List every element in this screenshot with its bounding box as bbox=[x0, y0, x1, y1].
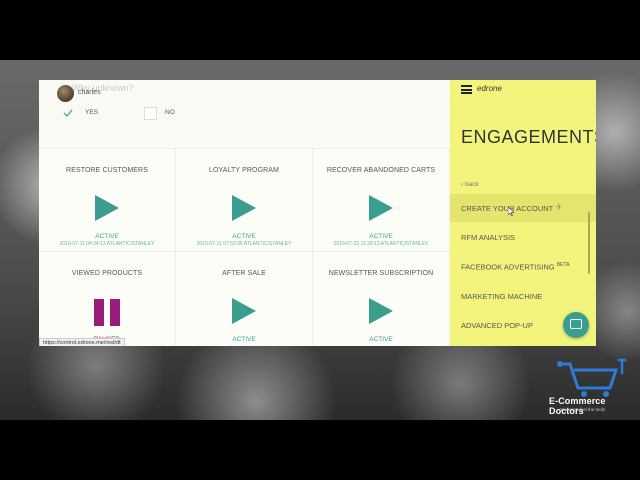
status-label: ACTIVE bbox=[369, 336, 393, 343]
status-label: ACTIVE bbox=[232, 233, 256, 240]
status-bar-url: https://control.edrone.me/rest/dt bbox=[39, 338, 125, 346]
tile-title: RECOVER ABANDONED CARTS bbox=[326, 167, 436, 174]
no-checkbox[interactable] bbox=[144, 107, 157, 120]
status-date: 2019-07-11 04:34:13 ATLANTIC/STANLEY bbox=[59, 241, 155, 247]
tile-title: AFTER SALE bbox=[222, 270, 266, 277]
sidebar-scrollbar[interactable] bbox=[588, 212, 590, 274]
beta-badge: BETA bbox=[556, 262, 570, 268]
watermark-brand: E-Commerce Doctors bbox=[549, 396, 606, 416]
sidebar-item-label: ADVANCED POP-UP bbox=[461, 321, 533, 330]
sidebar-item-label: FACEBOOK ADVERTISING BETA bbox=[461, 262, 570, 272]
play-icon[interactable] bbox=[369, 298, 393, 324]
play-icon[interactable] bbox=[232, 195, 256, 221]
sidebar-item-marketing-machine[interactable]: MARKETING MACHINE bbox=[450, 282, 596, 310]
sidebar-item-facebook-advertising[interactable]: FACEBOOK ADVERTISING BETA bbox=[450, 252, 596, 280]
tile-title: LOYALTY PROGRAM bbox=[209, 167, 279, 174]
mouse-cursor-icon bbox=[508, 207, 514, 216]
main-content: Why unknown? charles YES NO RESTORE CUST… bbox=[39, 80, 450, 346]
yes-option-label[interactable]: YES bbox=[85, 109, 98, 116]
sidebar-title: ENGAGEMENTS bbox=[461, 127, 596, 147]
status-label: ACTIVE bbox=[369, 233, 393, 240]
no-option-label[interactable]: NO bbox=[165, 109, 175, 116]
pause-icon[interactable] bbox=[94, 299, 120, 326]
back-link[interactable]: ‹ back bbox=[461, 181, 479, 188]
engagements-sidebar: edrone ENGAGEMENTS ‹ back CREATE YOUR AC… bbox=[450, 80, 596, 346]
tile-after-sale[interactable]: AFTER SALE ACTIVE bbox=[176, 251, 313, 346]
tile-title: NEWSLETTER SUBSCRIPTION bbox=[328, 270, 434, 277]
sidebar-item-create-your-account[interactable]: CREATE YOUR ACCOUNT ✈ bbox=[450, 194, 596, 222]
brand-name: edrone bbox=[477, 84, 502, 93]
user-name: charles bbox=[78, 89, 101, 96]
survey-question: Why unknown? charles YES NO bbox=[39, 80, 450, 148]
tile-title: RESTORE CUSTOMERS bbox=[66, 167, 148, 174]
tile-loyalty-program[interactable]: LOYALTY PROGRAM ACTIVE 2019-07-11 07:53:… bbox=[176, 148, 313, 252]
rocket-icon: ✈ bbox=[555, 202, 563, 212]
sidebar-item-label: MARKETING MACHINE bbox=[461, 292, 543, 301]
tile-newsletter-subscription[interactable]: NEWSLETTER SUBSCRIPTION ACTIVE bbox=[313, 251, 450, 346]
play-icon[interactable] bbox=[369, 195, 393, 221]
avatar[interactable] bbox=[57, 85, 74, 102]
sidebar-item-rfm-analysis[interactable]: RFM ANALYSIS bbox=[450, 223, 596, 251]
status-date: 2019-07-22 11:28:13 ATLANTIC/STANLEY bbox=[333, 241, 429, 247]
tile-restore-customers[interactable]: RESTORE CUSTOMERS ACTIVE 2019-07-11 04:3… bbox=[39, 148, 176, 252]
tile-title: VIEWED PRODUCTS bbox=[71, 270, 143, 277]
play-icon[interactable] bbox=[95, 195, 119, 221]
check-icon[interactable] bbox=[63, 108, 73, 118]
tile-recover-abandoned-carts[interactable]: RECOVER ABANDONED CARTS ACTIVE 2019-07-2… bbox=[313, 148, 450, 252]
edrone-app-window: Why unknown? charles YES NO RESTORE CUST… bbox=[39, 80, 596, 346]
tile-viewed-products[interactable]: VIEWED PRODUCTS PAUSED bbox=[39, 251, 176, 346]
sidebar-item-label: RFM ANALYSIS bbox=[461, 233, 516, 242]
status-date: 2019-07-11 07:53:35 ATLANTIC/STANLEY bbox=[196, 241, 292, 247]
status-label: ACTIVE bbox=[95, 233, 119, 240]
chat-bubble-icon[interactable] bbox=[563, 312, 589, 338]
status-label: ACTIVE bbox=[232, 336, 256, 343]
watermark-tagline: You can't feel the tools bbox=[560, 407, 605, 412]
play-icon[interactable] bbox=[232, 298, 256, 324]
hamburger-menu-icon[interactable] bbox=[461, 85, 472, 94]
